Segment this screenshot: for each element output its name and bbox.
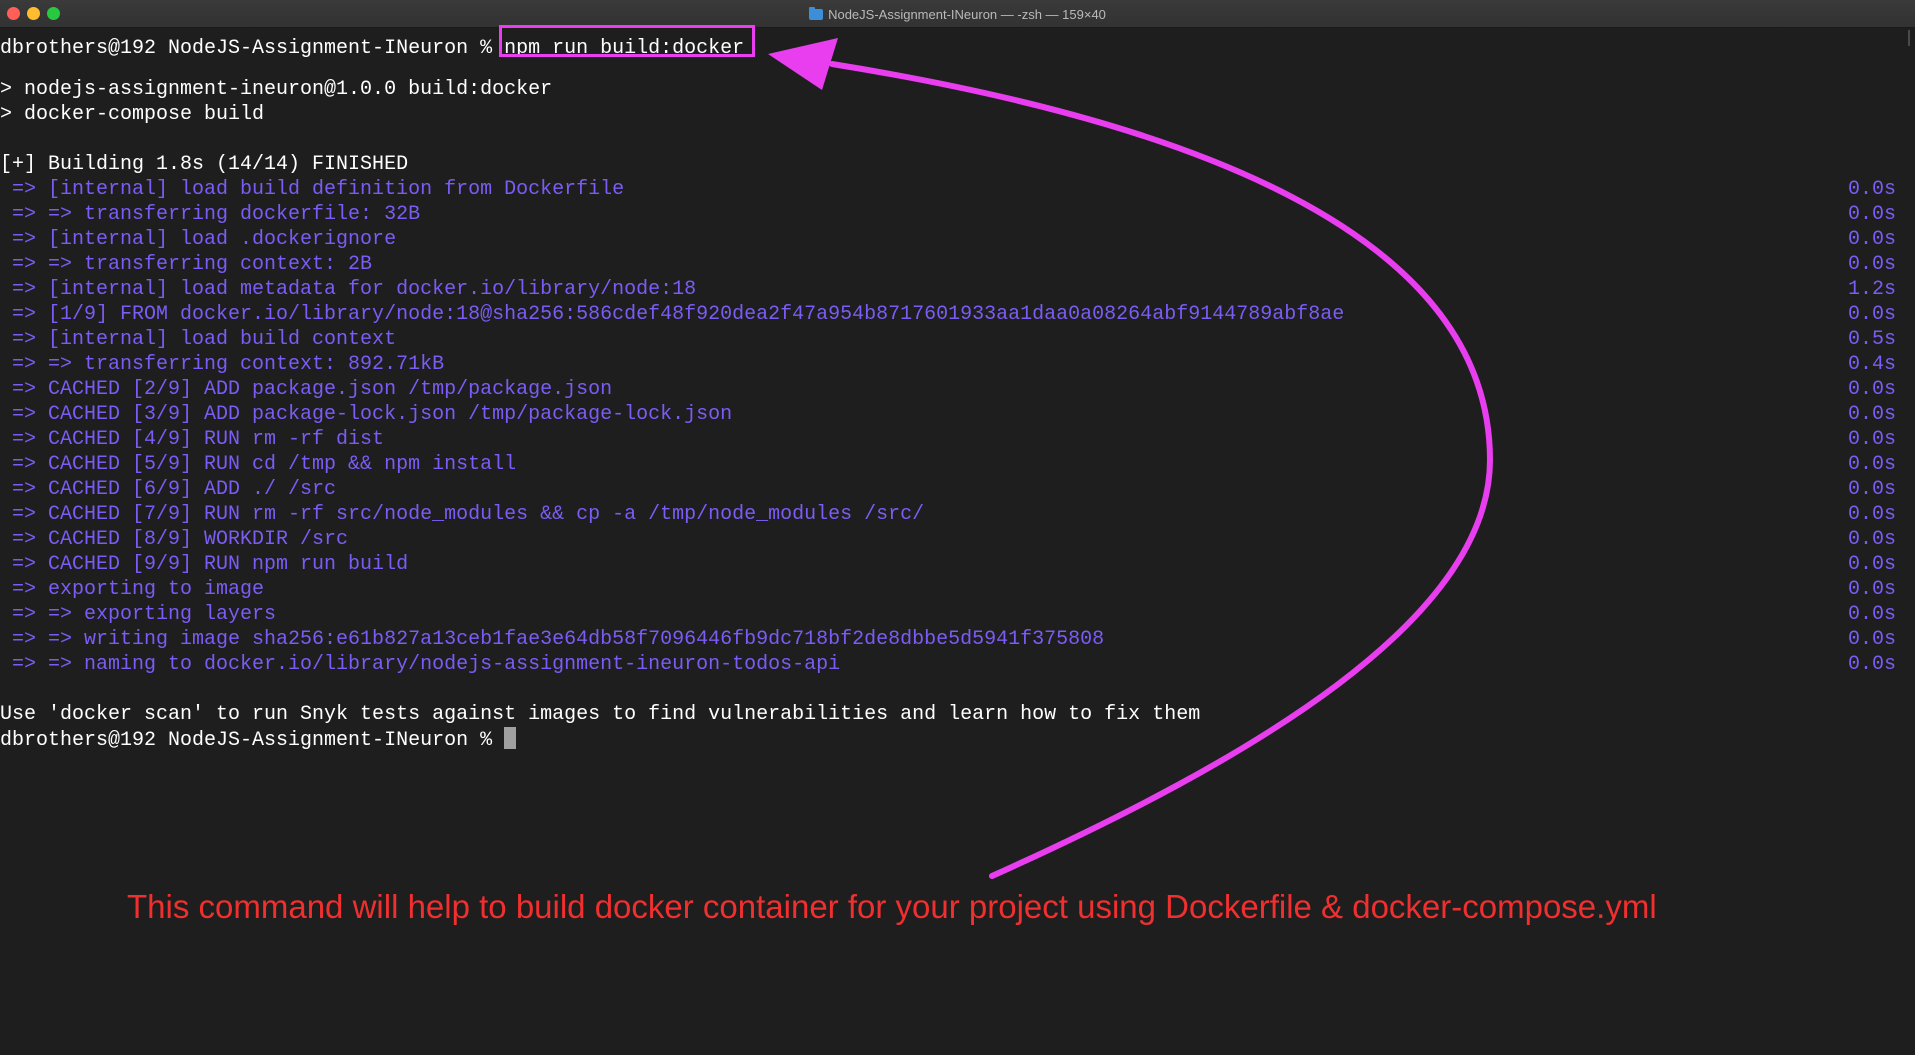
annotation-text: This command will help to build docker c… bbox=[127, 888, 1657, 925]
build-step-row: => => transferring dockerfile: 32B 0.0s bbox=[0, 202, 1915, 227]
build-step-text: => => transferring context: 2B bbox=[0, 253, 373, 276]
build-step-text: => CACHED [9/9] RUN npm run build bbox=[0, 553, 409, 576]
docker-scan-hint: Use 'docker scan' to run Snyk tests agai… bbox=[0, 703, 1201, 726]
build-step-text: => CACHED [8/9] WORKDIR /src bbox=[0, 528, 349, 551]
build-step-row: => [1/9] FROM docker.io/library/node:18@… bbox=[0, 302, 1915, 327]
build-step-time: 0.0s bbox=[1848, 653, 1897, 676]
build-step-time: 0.0s bbox=[1848, 628, 1897, 651]
build-step-row: => [internal] load build definition from… bbox=[0, 177, 1915, 202]
build-step-time: 0.0s bbox=[1848, 478, 1897, 501]
build-step-time: 0.0s bbox=[1848, 178, 1897, 201]
build-step-text: => CACHED [6/9] ADD ./ /src bbox=[0, 478, 337, 501]
build-step-text: => => writing image sha256:e61b827a13ceb… bbox=[0, 628, 1105, 651]
build-step-row: => => transferring context: 2B 0.0s bbox=[0, 252, 1915, 277]
build-step-row: => CACHED [8/9] WORKDIR /src 0.0s bbox=[0, 527, 1915, 552]
build-step-time: 0.4s bbox=[1848, 353, 1897, 376]
scrollbar-indicator[interactable] bbox=[1908, 30, 1910, 46]
build-step-row: => => writing image sha256:e61b827a13ceb… bbox=[0, 627, 1915, 652]
build-step-row: => CACHED [7/9] RUN rm -rf src/node_modu… bbox=[0, 502, 1915, 527]
window-title-container: NodeJS-Assignment-INeuron — -zsh — 159×4… bbox=[0, 0, 1915, 28]
build-step-row: => [internal] load metadata for docker.i… bbox=[0, 277, 1915, 302]
build-step-text: => => transferring dockerfile: 32B bbox=[0, 203, 421, 226]
final-prompt-text: dbrothers@192 NodeJS-Assignment-INeuron … bbox=[0, 729, 505, 752]
build-step-text: => [internal] load build definition from… bbox=[0, 178, 625, 201]
build-step-text: => [internal] load build context bbox=[0, 328, 397, 351]
build-step-text: => CACHED [7/9] RUN rm -rf src/node_modu… bbox=[0, 503, 925, 526]
build-step-time: 0.0s bbox=[1848, 453, 1897, 476]
window-title: NodeJS-Assignment-INeuron — -zsh — 159×4… bbox=[828, 6, 1106, 22]
build-step-text: => [1/9] FROM docker.io/library/node:18@… bbox=[0, 303, 1345, 326]
title-bar: NodeJS-Assignment-INeuron — -zsh — 159×4… bbox=[0, 0, 1915, 28]
build-step-row: => CACHED [5/9] RUN cd /tmp && npm insta… bbox=[0, 452, 1915, 477]
build-step-time: 0.0s bbox=[1848, 503, 1897, 526]
build-step-row: => => transferring context: 892.71kB 0.4s bbox=[0, 352, 1915, 377]
build-step-row: => CACHED [4/9] RUN rm -rf dist 0.0s bbox=[0, 427, 1915, 452]
build-step-time: 0.0s bbox=[1848, 578, 1897, 601]
build-step-row: => => naming to docker.io/library/nodejs… bbox=[0, 652, 1915, 677]
build-step-time: 0.0s bbox=[1848, 228, 1897, 251]
prompt-text: dbrothers@192 NodeJS-Assignment-INeuron … bbox=[0, 37, 505, 60]
terminal-cursor bbox=[504, 727, 517, 749]
build-step-text: => CACHED [4/9] RUN rm -rf dist bbox=[0, 428, 385, 451]
build-step-time: 0.0s bbox=[1848, 253, 1897, 276]
build-step-time: 0.0s bbox=[1848, 378, 1897, 401]
build-step-time: 0.0s bbox=[1848, 603, 1897, 626]
build-step-time: 0.0s bbox=[1848, 428, 1897, 451]
build-step-time: 1.2s bbox=[1848, 278, 1897, 301]
terminal-window: NodeJS-Assignment-INeuron — -zsh — 159×4… bbox=[0, 0, 1915, 1055]
final-prompt-line: dbrothers@192 NodeJS-Assignment-INeuron … bbox=[0, 727, 517, 752]
build-step-row: => CACHED [6/9] ADD ./ /src 0.0s bbox=[0, 477, 1915, 502]
build-step-time: 0.5s bbox=[1848, 328, 1897, 351]
build-step-row: => => exporting layers 0.0s bbox=[0, 602, 1915, 627]
npm-exec-line: > docker-compose build bbox=[0, 103, 265, 126]
build-step-time: 0.0s bbox=[1848, 203, 1897, 226]
build-step-text: => exporting to image bbox=[0, 578, 265, 601]
build-step-text: => CACHED [5/9] RUN cd /tmp && npm insta… bbox=[0, 453, 517, 476]
build-step-row: => CACHED [2/9] ADD package.json /tmp/pa… bbox=[0, 377, 1915, 402]
build-step-text: => CACHED [3/9] ADD package-lock.json /t… bbox=[0, 403, 733, 426]
build-step-text: => CACHED [2/9] ADD package.json /tmp/pa… bbox=[0, 378, 613, 401]
command-highlight-box bbox=[499, 25, 755, 57]
build-step-text: => [internal] load metadata for docker.i… bbox=[0, 278, 697, 301]
build-step-text: => [internal] load .dockerignore bbox=[0, 228, 397, 251]
build-step-time: 0.0s bbox=[1848, 303, 1897, 326]
build-step-row: => [internal] load build context 0.5s bbox=[0, 327, 1915, 352]
build-step-time: 0.0s bbox=[1848, 553, 1897, 576]
build-step-time: 0.0s bbox=[1848, 528, 1897, 551]
build-step-text: => => naming to docker.io/library/nodejs… bbox=[0, 653, 841, 676]
build-step-text: => => transferring context: 892.71kB bbox=[0, 353, 445, 376]
npm-script-line: > nodejs-assignment-ineuron@1.0.0 build:… bbox=[0, 78, 553, 101]
build-step-row: => CACHED [3/9] ADD package-lock.json /t… bbox=[0, 402, 1915, 427]
build-step-row: => [internal] load .dockerignore 0.0s bbox=[0, 227, 1915, 252]
build-step-row: => exporting to image 0.0s bbox=[0, 577, 1915, 602]
folder-icon bbox=[809, 6, 824, 20]
build-header: [+] Building 1.8s (14/14) FINISHED bbox=[0, 153, 409, 176]
build-step-time: 0.0s bbox=[1848, 403, 1897, 426]
build-step-text: => => exporting layers bbox=[0, 603, 277, 626]
build-step-row: => CACHED [9/9] RUN npm run build 0.0s bbox=[0, 552, 1915, 577]
